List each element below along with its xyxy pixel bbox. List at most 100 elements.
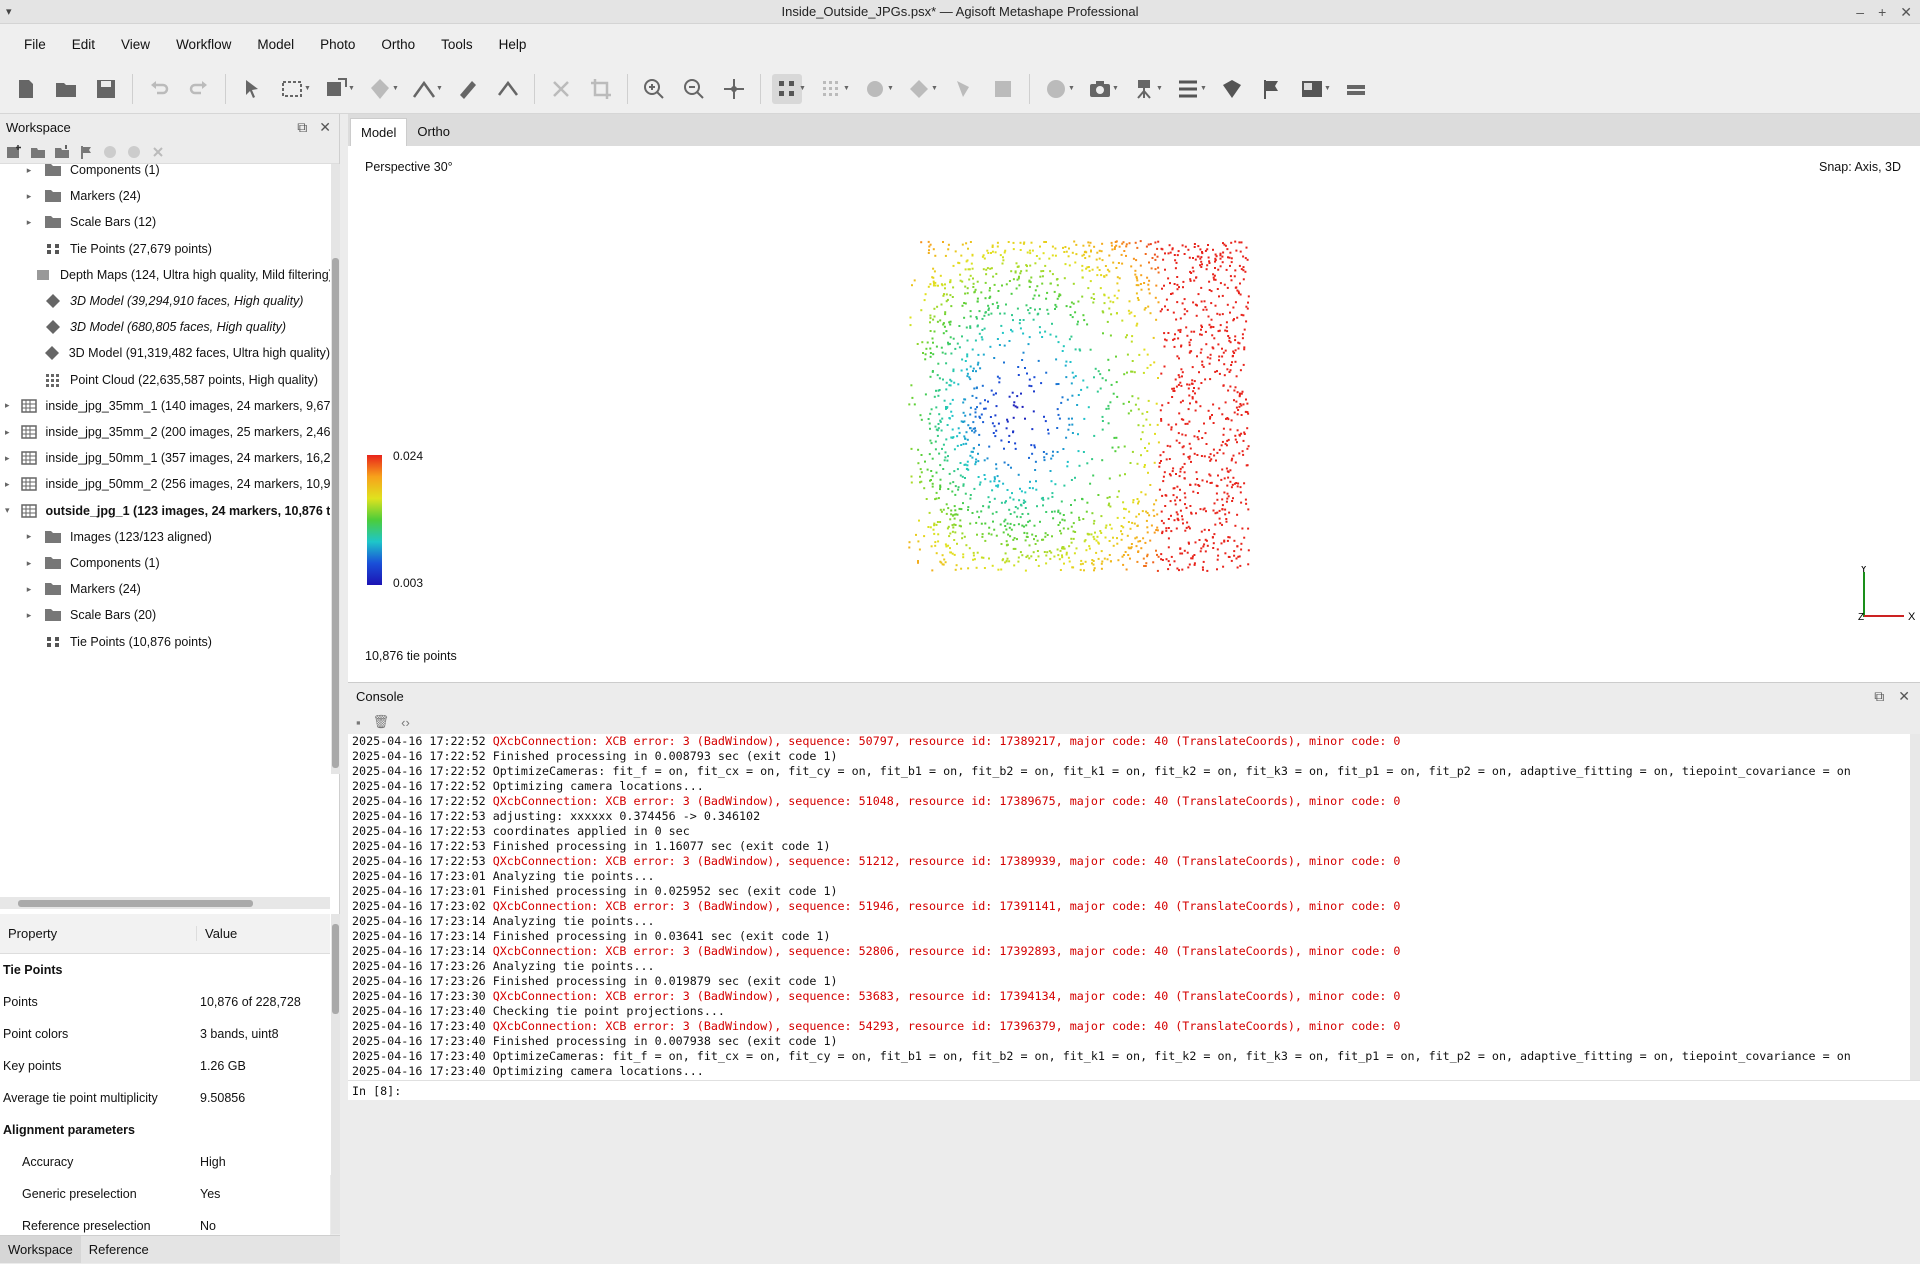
remove-icon[interactable] <box>150 144 166 160</box>
menu-help[interactable]: Help <box>489 37 543 52</box>
property-row[interactable]: Key points 1.26 GB <box>0 1050 330 1082</box>
new-document-icon[interactable] <box>11 74 41 104</box>
menu-photo[interactable]: Photo <box>310 37 371 52</box>
properties-scrollbar[interactable] <box>331 914 340 1234</box>
rectangle-selection-icon[interactable] <box>277 74 307 104</box>
model-viewport[interactable]: Perspective 30° Snap: Axis, 3D 0.024 0.0… <box>348 146 1920 682</box>
property-row[interactable]: Accuracy High <box>0 1146 330 1178</box>
reset-view-icon[interactable] <box>719 74 749 104</box>
expand-arrow-icon[interactable]: ▸ <box>5 453 10 464</box>
property-row[interactable]: Average tie point multiplicity 9.50856 <box>0 1082 330 1114</box>
console-close-icon[interactable]: ✕ <box>1898 688 1910 705</box>
expand-arrow-icon[interactable]: ▸ <box>24 584 34 595</box>
expand-arrow-icon[interactable]: ▸ <box>24 217 34 228</box>
point-cloud-view-icon[interactable] <box>816 74 846 104</box>
tab-reference[interactable]: Reference <box>81 1236 157 1263</box>
undo-icon[interactable] <box>144 74 174 104</box>
execute-script-icon[interactable]: ‹› <box>401 715 410 730</box>
ruler-icon[interactable] <box>453 74 483 104</box>
expand-arrow-icon[interactable]: ▸ <box>5 479 10 490</box>
draw-polyline-icon[interactable] <box>409 74 439 104</box>
tree-horizontal-scrollbar[interactable] <box>0 897 330 909</box>
list-view-icon[interactable] <box>1173 74 1203 104</box>
model-view-icon[interactable] <box>904 74 934 104</box>
close-icon[interactable]: ✕ <box>1900 0 1912 24</box>
console-title: Console <box>356 689 404 704</box>
value-column-header[interactable]: Value <box>197 926 237 941</box>
menu-model[interactable]: Model <box>247 37 310 52</box>
expand-arrow-icon[interactable]: ▸ <box>24 558 34 569</box>
expand-arrow-icon[interactable]: ▸ <box>24 610 34 621</box>
console-output[interactable]: 2025-04-16 17:22:52 QXcbConnection: XCB … <box>348 734 1910 1080</box>
expand-arrow-icon[interactable]: ▸ <box>5 400 10 411</box>
angle-icon[interactable] <box>493 74 523 104</box>
console-prompt[interactable]: In [8]: <box>348 1080 1920 1100</box>
tree-vertical-scrollbar[interactable] <box>331 164 340 774</box>
property-group[interactable]: Alignment parameters <box>0 1114 330 1146</box>
globe-icon[interactable] <box>1041 74 1071 104</box>
tab-ortho[interactable]: Ortho <box>407 118 460 146</box>
disable-icon[interactable] <box>126 144 142 160</box>
folder-icon <box>44 581 62 597</box>
navigation-cursor-icon[interactable] <box>237 74 267 104</box>
zoom-in-icon[interactable] <box>639 74 669 104</box>
save-icon[interactable] <box>91 74 121 104</box>
tab-model[interactable]: Model <box>350 118 408 146</box>
crop-selection-icon[interactable] <box>586 74 616 104</box>
layers-icon[interactable] <box>1341 74 1371 104</box>
tree-item[interactable]: Tie Points (10,876 points) <box>0 626 330 658</box>
expand-arrow-icon[interactable]: ▸ <box>24 191 34 202</box>
expand-arrow-icon[interactable]: ▾ <box>5 505 10 516</box>
open-folder-icon[interactable] <box>51 74 81 104</box>
menu-tools[interactable]: Tools <box>431 37 489 52</box>
property-column-header[interactable]: Property <box>0 926 197 941</box>
camera-icon[interactable] <box>1085 74 1115 104</box>
tab-workspace[interactable]: Workspace <box>0 1236 81 1263</box>
add-folder-icon[interactable] <box>54 144 70 160</box>
console-message: Optimizing camera locations... <box>492 1064 704 1078</box>
close-pane-icon[interactable]: ✕ <box>319 119 331 136</box>
add-marker-icon[interactable] <box>78 144 94 160</box>
tie-points-icon <box>44 634 62 650</box>
expand-arrow-icon[interactable]: ▸ <box>5 427 10 438</box>
dem-icon[interactable] <box>988 74 1018 104</box>
camera-tripod-icon[interactable] <box>1129 74 1159 104</box>
console-undock-icon[interactable]: ⧉ <box>1874 688 1884 705</box>
console-scrollbar[interactable] <box>1910 734 1920 1139</box>
tie-points-view-icon[interactable] <box>772 73 802 104</box>
add-chunk-icon[interactable] <box>6 144 22 160</box>
menu-workflow[interactable]: Workflow <box>166 37 247 52</box>
minimize-icon[interactable]: – <box>1856 0 1864 24</box>
svg-text:X: X <box>1908 611 1916 623</box>
workspace-pane: Workspace ⧉ ✕ ▸ Components (1) ▸ Markers (2… <box>0 114 340 1263</box>
expand-arrow-icon[interactable]: ▸ <box>24 165 34 176</box>
clear-log-icon[interactable]: 🗑 <box>373 714 390 730</box>
image-view-icon[interactable] <box>1297 74 1327 104</box>
save-log-icon[interactable]: ▪ <box>356 715 361 730</box>
add-photos-icon[interactable] <box>30 144 46 160</box>
delete-selection-icon[interactable] <box>546 74 576 104</box>
undock-icon[interactable]: ⧉ <box>297 119 307 136</box>
markers-flag-icon[interactable] <box>1257 74 1287 104</box>
expand-arrow-icon[interactable]: ▸ <box>24 531 34 542</box>
menu-edit[interactable]: Edit <box>62 37 111 52</box>
view-tabs: Model Ortho <box>348 114 1920 146</box>
tiled-model-icon[interactable] <box>860 74 890 104</box>
tree-item-label: Images (123/123 aligned) <box>70 529 212 544</box>
move-object-icon[interactable] <box>365 74 395 104</box>
enable-icon[interactable] <box>102 144 118 160</box>
region-icon[interactable] <box>1217 74 1247 104</box>
redo-icon[interactable] <box>184 74 214 104</box>
menu-file[interactable]: File <box>14 37 62 52</box>
property-row[interactable]: Point colors 3 bands, uint8 <box>0 1018 330 1050</box>
zoom-out-icon[interactable] <box>679 74 709 104</box>
window-menu-icon[interactable]: ▾ <box>6 0 12 24</box>
resize-region-icon[interactable] <box>321 74 351 104</box>
maximize-icon[interactable]: + <box>1878 0 1886 24</box>
texture-icon[interactable] <box>948 74 978 104</box>
property-row[interactable]: Generic preselection Yes <box>0 1178 330 1210</box>
property-row[interactable]: Points 10,876 of 228,728 <box>0 986 330 1018</box>
menu-ortho[interactable]: Ortho <box>371 37 431 52</box>
property-group[interactable]: Tie Points <box>0 954 330 986</box>
menu-view[interactable]: View <box>111 37 166 52</box>
